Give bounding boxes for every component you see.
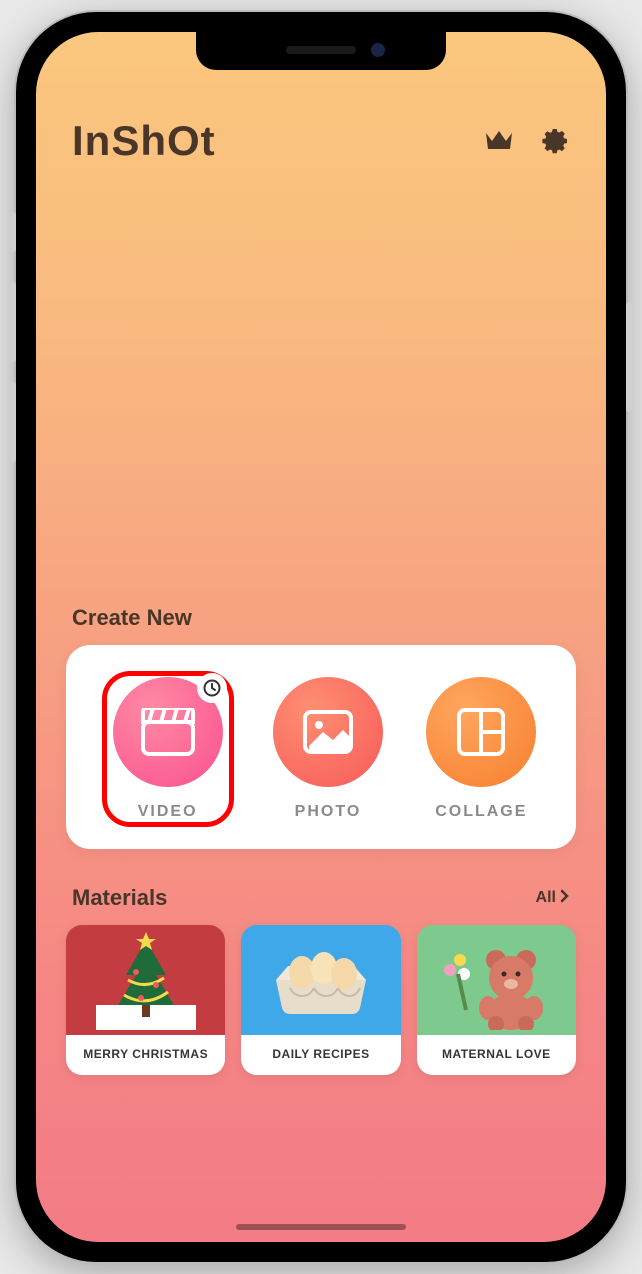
device-frame: InShOt Create New bbox=[16, 12, 626, 1262]
material-card-recipes[interactable]: DAILY RECIPES bbox=[241, 925, 400, 1075]
screen: InShOt Create New bbox=[36, 32, 606, 1242]
material-label: MERRY CHRISTMAS bbox=[66, 1035, 225, 1075]
notch bbox=[196, 32, 446, 70]
material-card-maternal[interactable]: MATERNAL LOVE bbox=[417, 925, 576, 1075]
material-card-christmas[interactable]: MERRY CHRISTMAS bbox=[66, 925, 225, 1075]
chevron-right-icon bbox=[560, 889, 570, 908]
collage-icon bbox=[426, 677, 536, 787]
app-title: InShOt bbox=[72, 117, 216, 165]
gear-icon[interactable] bbox=[542, 127, 570, 155]
materials-all-button[interactable]: All bbox=[536, 889, 570, 908]
create-photo-button[interactable]: PHOTO bbox=[269, 671, 387, 827]
create-new-card: VIDEO PHOTO bbox=[66, 645, 576, 849]
create-video-label: VIDEO bbox=[138, 803, 198, 821]
create-collage-button[interactable]: COLLAGE bbox=[422, 671, 540, 827]
material-label: MATERNAL LOVE bbox=[417, 1035, 576, 1075]
materials-section: Materials All bbox=[36, 885, 606, 1075]
create-photo-label: PHOTO bbox=[295, 803, 362, 821]
eggs-carton-art bbox=[241, 925, 400, 1035]
home-indicator[interactable] bbox=[236, 1224, 406, 1230]
crown-icon[interactable] bbox=[484, 129, 514, 153]
christmas-tree-art bbox=[66, 925, 225, 1035]
create-new-heading: Create New bbox=[36, 605, 606, 645]
image-icon bbox=[273, 677, 383, 787]
materials-all-label: All bbox=[536, 889, 556, 907]
clapperboard-icon bbox=[113, 677, 223, 787]
clock-icon bbox=[197, 673, 227, 703]
create-new-section: Create New bbox=[36, 605, 606, 849]
create-collage-label: COLLAGE bbox=[435, 803, 527, 821]
material-label: DAILY RECIPES bbox=[241, 1035, 400, 1075]
teddy-bear-art bbox=[417, 925, 576, 1035]
materials-heading: Materials bbox=[72, 885, 167, 911]
create-video-button[interactable]: VIDEO bbox=[102, 671, 234, 827]
